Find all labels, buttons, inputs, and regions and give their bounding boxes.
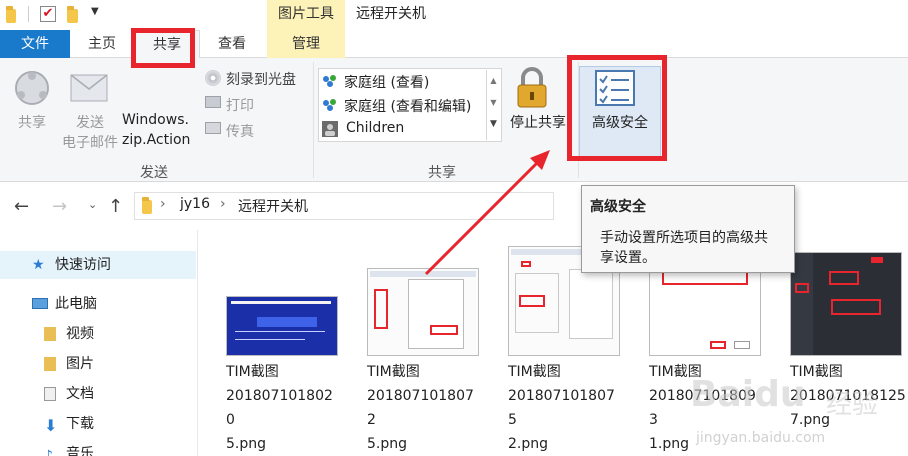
share-icon	[12, 68, 52, 108]
forward-arrow-icon[interactable]: →	[52, 196, 67, 217]
file-thumbnail[interactable]	[790, 244, 902, 356]
new-folder-icon[interactable]	[67, 6, 78, 23]
sidebar-item-label: 下载	[66, 416, 94, 432]
file-thumbnail[interactable]	[226, 244, 338, 356]
homegroup-edit-icon	[322, 98, 338, 112]
sidebar-item-music[interactable]: ♪ 音乐	[0, 440, 196, 456]
breadcrumb-separator: ›	[220, 196, 226, 212]
folder-icon[interactable]	[6, 6, 16, 23]
print-button[interactable]: 打印	[226, 95, 254, 115]
user-children-item[interactable]: Children	[346, 120, 404, 136]
tooltip: 高级安全 手动设置所选项目的高级共 享设置。	[581, 185, 795, 273]
email-button-line2[interactable]: 电子邮件	[58, 132, 122, 152]
sidebar-item-this-pc[interactable]: 此电脑	[0, 290, 196, 318]
star-icon: ★	[32, 257, 45, 273]
stop-sharing-button[interactable]: 停止共享	[504, 112, 572, 132]
highlight-share-tab	[131, 28, 195, 68]
tab-file[interactable]: 文件	[0, 30, 70, 58]
context-tab-header: 图片工具	[267, 0, 345, 30]
fax-button[interactable]: 传真	[226, 121, 254, 141]
tab-home[interactable]: 主页	[70, 30, 134, 58]
file-name-line: TIM截图	[508, 364, 561, 380]
highlight-advanced-security	[567, 55, 667, 161]
breadcrumb-jy16[interactable]: jy16	[180, 196, 210, 212]
explorer-window: ✔ ▼ 图片工具 远程开关机 文件 主页 共享 查看 管理 共享 发送 电子邮件…	[0, 0, 908, 456]
homegroup-icon	[322, 74, 338, 88]
toolbar-divider	[28, 6, 29, 22]
breadcrumb-current-folder[interactable]: 远程开关机	[238, 196, 308, 216]
annotation-arrow	[424, 150, 550, 276]
file-name-line: 5.png	[226, 436, 267, 452]
title-bar	[0, 0, 908, 30]
up-arrow-icon[interactable]: ↑	[108, 196, 123, 217]
address-folder-icon	[142, 197, 152, 214]
breadcrumb-separator: ›	[160, 196, 166, 212]
download-arrow-icon: ⬇	[44, 416, 58, 435]
thumbnail-image	[790, 252, 902, 356]
computer-icon	[32, 298, 48, 309]
burn-disc-button[interactable]: 刻录到光盘	[226, 69, 296, 89]
sidebar-item-label: 文档	[66, 386, 94, 402]
sidebar-item-label: 音乐	[66, 446, 94, 456]
recent-locations-icon[interactable]: ⌄	[88, 198, 97, 211]
gallery-scroll[interactable]: ▲ ▼ ▼	[486, 70, 500, 140]
user-icon	[322, 121, 338, 137]
file-name[interactable]: TIM截图 2018071018020 5.png	[226, 360, 341, 456]
documents-icon	[44, 387, 56, 401]
sidebar-item-downloads[interactable]: ⬇ 下载	[0, 410, 196, 438]
thumbnail-image	[226, 296, 338, 356]
file-name-line: 2018071018075	[508, 388, 615, 428]
sidebar-item-label: 此电脑	[55, 296, 97, 312]
zip-button-line1[interactable]: Windows.	[122, 112, 200, 128]
sidebar-item-videos[interactable]: 视频	[0, 320, 196, 348]
zip-button-line2[interactable]: zip.Action	[122, 132, 200, 148]
email-button-line1[interactable]: 发送	[60, 112, 120, 132]
file-name-line: TIM截图	[226, 364, 279, 380]
properties-check-icon[interactable]: ✔	[40, 6, 56, 22]
watermark-url: jingyan.baidu.com	[696, 430, 826, 446]
sidebar-item-label: 图片	[66, 356, 94, 372]
sidebar-item-quick-access[interactable]: ★ 快速访问	[0, 251, 196, 279]
back-arrow-icon[interactable]: ←	[14, 196, 29, 217]
file-name-line: 2018071018072	[367, 388, 474, 428]
watermark-brand: Baidu	[690, 374, 806, 415]
sidebar-item-documents[interactable]: 文档	[0, 380, 196, 408]
sidebar-item-pictures[interactable]: 图片	[0, 350, 196, 378]
email-icon	[70, 74, 108, 102]
homegroup-view-item[interactable]: 家庭组 (查看)	[344, 72, 429, 92]
music-note-icon: ♪	[44, 448, 53, 456]
file-name-line: 2018071018020	[226, 388, 333, 428]
thumbnail-image	[367, 268, 479, 356]
sidebar-item-label: 视频	[66, 326, 94, 342]
tooltip-body-line: 享设置。	[600, 250, 656, 266]
sidebar-item-label: 快速访问	[55, 257, 111, 273]
tooltip-body-line: 手动设置所选项目的高级共	[600, 230, 768, 246]
print-icon	[205, 96, 221, 108]
lock-icon	[512, 66, 552, 110]
share-button[interactable]: 共享	[8, 112, 56, 132]
tab-manage[interactable]: 管理	[267, 30, 345, 58]
file-name[interactable]: TIM截图 2018071018075 2.png	[508, 360, 623, 456]
tab-view[interactable]: 查看	[200, 30, 264, 58]
homegroup-view-edit-item[interactable]: 家庭组 (查看和编辑)	[344, 96, 471, 116]
file-name-line: 2.png	[508, 436, 549, 452]
file-name[interactable]: TIM截图 2018071018072 5.png	[367, 360, 482, 456]
send-group-label: 发送	[140, 165, 168, 181]
video-folder-icon	[44, 327, 56, 341]
burn-disc-icon	[205, 70, 221, 86]
customize-toolbar-dropdown-icon[interactable]: ▼	[91, 6, 99, 17]
group-divider	[313, 62, 314, 178]
pictures-folder-icon	[44, 357, 56, 371]
baidu-watermark: Baidu 经验 jingyan.baidu.com	[686, 372, 896, 452]
fax-icon	[205, 122, 221, 134]
window-title: 远程开关机	[356, 6, 426, 22]
file-name-line: TIM截图	[367, 364, 420, 380]
tooltip-title: 高级安全	[590, 199, 646, 215]
file-name-line: 5.png	[367, 436, 408, 452]
watermark-sub: 经验	[826, 390, 879, 420]
